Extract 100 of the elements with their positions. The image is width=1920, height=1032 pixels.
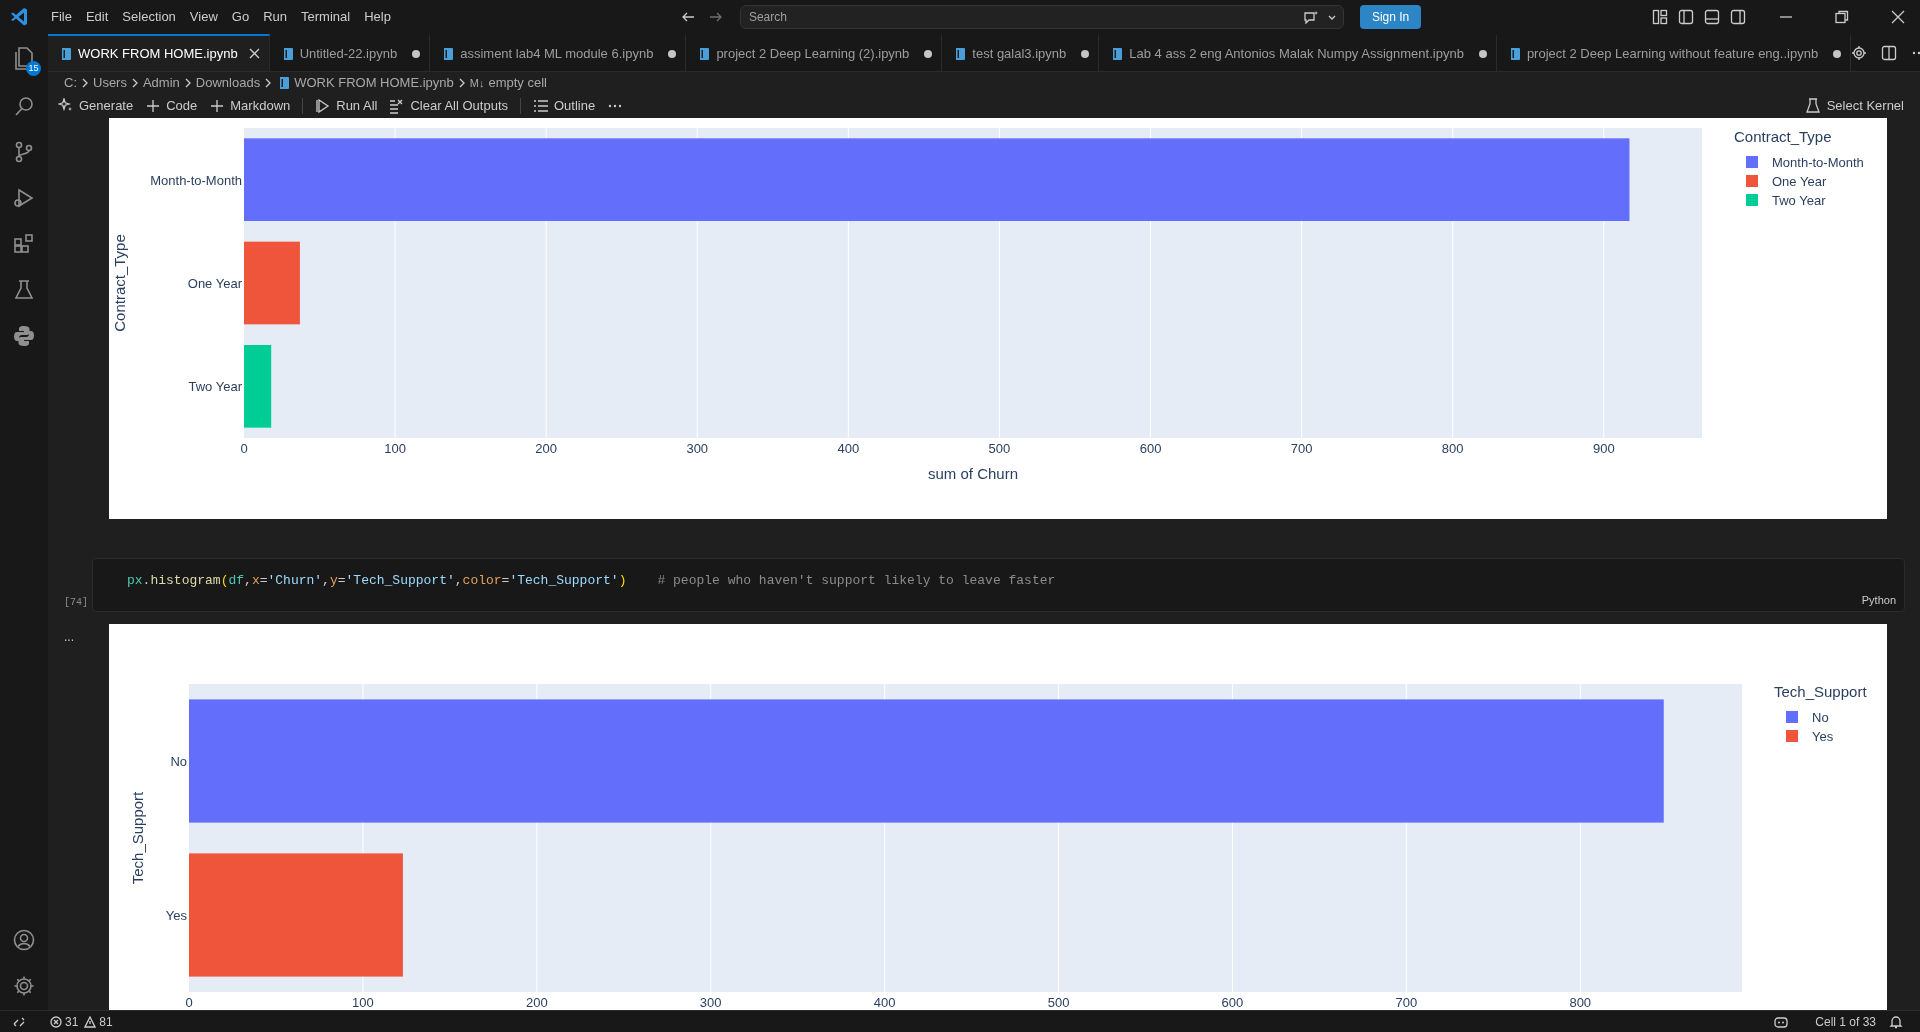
notebook-icon xyxy=(60,46,72,61)
editor-tab[interactable]: WORK FROM HOME.ipynb xyxy=(48,34,270,71)
bell-icon[interactable] xyxy=(1888,1013,1904,1030)
unsaved-dot-icon[interactable] xyxy=(923,48,934,59)
language-label[interactable]: Python xyxy=(1861,591,1896,608)
breadcrumb-item[interactable]: Users xyxy=(93,73,127,93)
notebook-icon xyxy=(1111,46,1124,61)
close-icon[interactable] xyxy=(247,47,261,60)
toggle-sidebar-icon[interactable] xyxy=(1678,9,1694,25)
tab-label: Lab 4 ass 2 eng Antonios Malak Numpy Assignment.ipynb xyxy=(1129,44,1464,63)
menu-item[interactable]: Go xyxy=(224,5,257,29)
split-editor-icon[interactable] xyxy=(1881,44,1898,61)
breadcrumb-item[interactable]: Admin xyxy=(142,73,180,93)
execution-count: [74] xyxy=(64,596,88,610)
code-line: px.histogram(df,x='Churn',y='Tech_Support',color='Tech_Support') # people who haven't support likely to leave faster xyxy=(127,572,1056,590)
axis-tick-label: 700 xyxy=(1395,995,1418,1010)
toolbar-button[interactable]: Run All xyxy=(315,96,378,116)
breadcrumb-item[interactable]: Downloads xyxy=(195,73,261,93)
axis-tick-label: 0 xyxy=(185,995,193,1010)
notebook-icon xyxy=(442,46,455,61)
search-icon[interactable] xyxy=(12,94,36,118)
axis-tick-label: 900 xyxy=(1592,441,1615,456)
account-icon[interactable] xyxy=(12,928,36,952)
chat-sparkle-icon[interactable] xyxy=(1302,10,1319,24)
axis-tick-label: 600 xyxy=(1221,995,1244,1010)
chevron-right-icon xyxy=(457,77,466,89)
python-icon[interactable] xyxy=(12,324,36,348)
flask-icon[interactable] xyxy=(12,278,36,302)
axis-tick-label: 200 xyxy=(525,995,548,1010)
extensions-icon[interactable] xyxy=(12,232,36,256)
unsaved-dot-icon[interactable] xyxy=(1477,48,1488,59)
menu-item[interactable]: Terminal xyxy=(294,5,358,29)
category-label: Two Year xyxy=(188,379,242,395)
menu-item[interactable]: Edit xyxy=(78,5,116,29)
legend-label: No xyxy=(1812,710,1829,725)
breadcrumb-item[interactable]: WORK FROM HOME.ipynb xyxy=(294,73,454,93)
cell-position[interactable]: Cell 1 of 33 xyxy=(1815,1012,1876,1031)
axis-tick-label: 300 xyxy=(686,441,709,456)
axis-tick-label: 800 xyxy=(1441,441,1464,456)
breadcrumb-item[interactable]: C: xyxy=(64,73,77,93)
toolbar-button[interactable]: Clear All Outputs xyxy=(389,96,508,116)
run-debug-icon[interactable] xyxy=(12,186,36,210)
toolbar-button[interactable]: Generate xyxy=(58,96,134,116)
app-logo-icon[interactable] xyxy=(10,7,28,27)
legend-title: Tech_Support xyxy=(1774,683,1867,700)
code-cell[interactable]: px.histogram(df,x='Churn',y='Tech_Support',color='Tech_Support') # people who haven't support likely to leave faster Python xyxy=(92,558,1905,612)
menu-item[interactable]: Help xyxy=(357,5,398,29)
legend-label: One Year xyxy=(1772,174,1827,189)
layout-icon[interactable] xyxy=(1652,9,1668,25)
breadcrumb-item[interactable]: empty cell xyxy=(488,73,547,93)
menu-item[interactable]: Run xyxy=(256,5,294,29)
axis-tick-label: 700 xyxy=(1290,441,1313,456)
legend-label: Two Year xyxy=(1772,193,1826,208)
axis-tick-label: 500 xyxy=(1047,995,1070,1010)
chevron-down-icon[interactable] xyxy=(1326,13,1337,21)
unsaved-dot-icon[interactable] xyxy=(1080,48,1091,59)
legend-label: Yes xyxy=(1812,729,1834,744)
plus-icon xyxy=(145,98,162,114)
search-field[interactable]: Search xyxy=(739,5,1344,29)
output-menu[interactable]: ... xyxy=(64,630,74,644)
menu-item[interactable]: View xyxy=(182,5,225,29)
unsaved-dot-icon[interactable] xyxy=(411,48,422,59)
axis-tick-label: 100 xyxy=(352,995,374,1010)
category-label: Month-to-Month xyxy=(150,172,242,188)
tab-label: test galal3.ipynb xyxy=(972,44,1067,63)
menu-item[interactable]: File xyxy=(44,5,79,29)
axis-tick-label: 500 xyxy=(988,441,1011,456)
toggle-panel-icon[interactable] xyxy=(1704,9,1720,25)
axis-title: Tech_Support xyxy=(129,791,146,885)
tab-label: WORK FROM HOME.ipynb xyxy=(78,44,238,63)
warning-icon xyxy=(84,1015,97,1028)
search-input[interactable]: Search xyxy=(748,8,1303,26)
toolbar-button[interactable]: Outline xyxy=(533,96,596,116)
settings-icon[interactable] xyxy=(12,974,36,998)
problems-button[interactable]: 31 81 xyxy=(50,1012,113,1031)
unsaved-dot-icon[interactable] xyxy=(667,48,678,59)
toolbar-button[interactable]: Markdown xyxy=(209,96,291,116)
markdown-cell-marker: M↓ xyxy=(469,75,485,91)
close-icon[interactable] xyxy=(1890,9,1906,25)
restore-icon[interactable] xyxy=(1834,9,1850,25)
settings-icon[interactable] xyxy=(1851,44,1868,61)
axis-tick-label: 400 xyxy=(873,995,896,1010)
error-icon xyxy=(50,1015,62,1028)
tab-label: Untitled-22.ipynb xyxy=(299,44,398,63)
axis-tick-label: 100 xyxy=(384,441,406,456)
flask-icon xyxy=(1804,98,1821,114)
axis-tick-label: 600 xyxy=(1139,441,1162,456)
axis-title: sum of Churn xyxy=(928,465,1018,482)
toolbar-button[interactable]: Code xyxy=(145,96,198,116)
axis-tick-label: 300 xyxy=(699,995,722,1010)
select-kernel-button[interactable]: Select Kernel xyxy=(1804,96,1904,116)
axis-tick-label: 800 xyxy=(1569,995,1592,1010)
chevron-right-icon xyxy=(264,77,273,89)
tab-label: project 2 Deep Learning (2).ipynb xyxy=(716,44,910,63)
sign-in-button[interactable]: Sign In xyxy=(1359,5,1422,29)
notebook-icon xyxy=(278,76,291,90)
menu-item[interactable]: Selection xyxy=(115,5,183,29)
toggle-secondary-sidebar-icon[interactable] xyxy=(1730,9,1746,25)
tab-label: assiment lab4 ML module 6.ipynb xyxy=(460,44,654,63)
unsaved-dot-icon[interactable] xyxy=(1832,48,1843,59)
